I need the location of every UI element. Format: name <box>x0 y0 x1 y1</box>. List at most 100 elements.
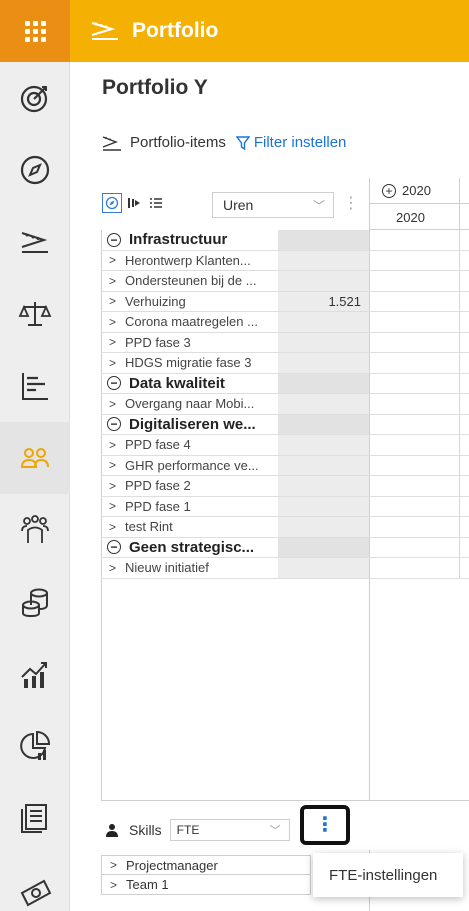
rail-item-planning[interactable] <box>0 350 70 422</box>
person-icon <box>106 824 118 837</box>
chevron-right-icon[interactable]: > <box>109 458 125 472</box>
chevron-right-icon[interactable]: > <box>109 397 125 411</box>
table-row[interactable]: > Herontwerp Klanten... <box>101 250 469 271</box>
chevron-right-icon[interactable]: > <box>109 561 125 575</box>
skill-row-team-1[interactable]: > Team 1 <box>101 875 311 895</box>
target-icon <box>20 85 48 113</box>
people-icon <box>20 448 49 468</box>
row-name-cell: > Overgang naar Mobi... <box>101 396 278 411</box>
rail-item-analysis[interactable] <box>0 638 70 710</box>
collapse-minus-icon[interactable]: − <box>107 540 121 555</box>
row-value-cell <box>278 230 369 250</box>
timeline-year-expand[interactable]: + 2020 <box>370 178 469 204</box>
portfolio-items-header: Portfolio-items Filter instellen <box>102 134 346 151</box>
left-rail <box>0 62 70 911</box>
grid-options-kebab-icon[interactable]: ⋮ <box>343 194 359 214</box>
rail-item-resources[interactable] <box>0 422 70 494</box>
table-row[interactable]: > Ondersteunen bij de ... <box>101 271 469 292</box>
table-row[interactable]: > GHR performance ve... <box>101 455 469 476</box>
table-row[interactable]: > test Rint <box>101 517 469 538</box>
compass-icon <box>20 155 50 185</box>
row-label: test Rint <box>125 519 173 535</box>
row-value-cell <box>278 414 369 434</box>
row-timeline-cell <box>369 332 469 352</box>
fte-select[interactable]: FTE ﹀ <box>169 819 290 841</box>
app-launcher-button[interactable] <box>0 0 70 62</box>
chevron-right-icon[interactable]: > <box>109 438 125 452</box>
row-label: PPD fase 3 <box>125 334 191 350</box>
chevron-right-icon[interactable]: > <box>109 253 125 267</box>
portfolio-grid: − Infrastructuur > Herontwerp Klanten... > On… <box>101 230 469 579</box>
chevron-right-icon[interactable]: > <box>109 499 125 513</box>
rail-item-money[interactable] <box>0 854 70 911</box>
group-row[interactable]: − Data kwaliteit <box>101 373 469 394</box>
chevron-right-icon[interactable]: > <box>109 274 125 288</box>
chevron-right-icon: > <box>110 858 118 872</box>
filter-button[interactable]: Filter instellen <box>235 134 346 151</box>
rail-item-teams[interactable] <box>0 494 70 566</box>
portfolio-items-label: Portfolio-items <box>130 134 226 151</box>
team-icon <box>21 515 49 543</box>
row-value-cell <box>278 373 369 393</box>
group-row[interactable]: − Geen strategisc... <box>101 537 469 558</box>
chevron-right-icon[interactable]: > <box>109 294 125 308</box>
list-view-button[interactable] <box>146 193 166 213</box>
top-bar: Portfolio <box>0 0 469 62</box>
table-row[interactable]: > PPD fase 2 <box>101 476 469 497</box>
chevron-right-icon[interactable]: > <box>109 479 125 493</box>
timeline-view-button[interactable] <box>124 193 144 213</box>
row-label: PPD fase 1 <box>125 498 191 514</box>
collapse-minus-icon[interactable]: − <box>107 417 121 432</box>
table-row[interactable]: > HDGS migratie fase 3 <box>101 353 469 374</box>
menu-item-fte-settings[interactable]: FTE-instellingen <box>329 867 437 884</box>
row-label: Nieuw initiatief <box>125 560 209 576</box>
skills-options-button[interactable]: ⋮ <box>300 805 350 845</box>
table-row[interactable]: > Overgang naar Mobi... <box>101 394 469 415</box>
table-row[interactable]: > Verhuizing 1.521 <box>101 291 469 312</box>
portfolio-icon <box>21 232 48 253</box>
collapse-minus-icon[interactable]: − <box>107 232 121 247</box>
chevron-down-icon: ﹀ <box>269 825 281 837</box>
rail-item-documents[interactable] <box>0 782 70 854</box>
rail-item-finance[interactable] <box>0 566 70 638</box>
table-row[interactable]: > PPD fase 3 <box>101 332 469 353</box>
portfolio-icon <box>91 22 118 40</box>
chevron-right-icon[interactable]: > <box>109 315 125 329</box>
unit-select[interactable]: Uren ﹀ <box>212 192 334 218</box>
rail-item-goals[interactable] <box>0 62 70 134</box>
chevron-right-icon[interactable]: > <box>109 356 125 370</box>
rail-item-reports[interactable] <box>0 710 70 782</box>
bar-view-icon <box>128 198 140 208</box>
group-row[interactable]: − Infrastructuur <box>101 230 469 251</box>
table-row[interactable]: > Nieuw initiatief <box>101 558 469 579</box>
kebab-icon: ⋮ <box>315 814 335 836</box>
row-label: Corona maatregelen ... <box>125 314 258 330</box>
grid-icon <box>24 20 46 42</box>
row-label: Data kwaliteit <box>129 374 225 392</box>
skill-row-projectmanager[interactable]: > Projectmanager <box>101 855 311 875</box>
row-timeline-cell <box>369 558 469 578</box>
group-row[interactable]: − Digitaliseren we... <box>101 414 469 435</box>
chevron-right-icon[interactable]: > <box>109 335 125 349</box>
compass-view-button[interactable] <box>102 193 122 213</box>
timeline-year-top: 2020 <box>402 183 431 198</box>
table-row[interactable]: > PPD fase 4 <box>101 435 469 456</box>
row-name-cell: > PPD fase 4 <box>101 437 278 452</box>
skills-toolbar: Skills FTE ﹀ <box>101 817 469 843</box>
expand-plus-icon: + <box>382 183 396 198</box>
chevron-right-icon[interactable]: > <box>109 520 125 534</box>
row-name-cell: > GHR performance ve... <box>101 458 278 473</box>
collapse-minus-icon[interactable]: − <box>107 376 121 391</box>
rail-item-balance[interactable] <box>0 278 70 350</box>
rail-item-navigate[interactable] <box>0 134 70 206</box>
table-row[interactable]: > Corona maatregelen ... <box>101 312 469 333</box>
gantt-icon <box>22 373 48 400</box>
balance-icon <box>18 302 52 326</box>
chevron-right-icon: > <box>110 877 118 892</box>
row-timeline-cell <box>369 537 469 557</box>
skill-row-label: Team 1 <box>126 877 169 892</box>
rail-item-portfolio[interactable] <box>0 206 70 278</box>
row-name-cell: > HDGS migratie fase 3 <box>101 355 278 370</box>
fte-select-value: FTE <box>176 823 200 837</box>
table-row[interactable]: > PPD fase 1 <box>101 496 469 517</box>
